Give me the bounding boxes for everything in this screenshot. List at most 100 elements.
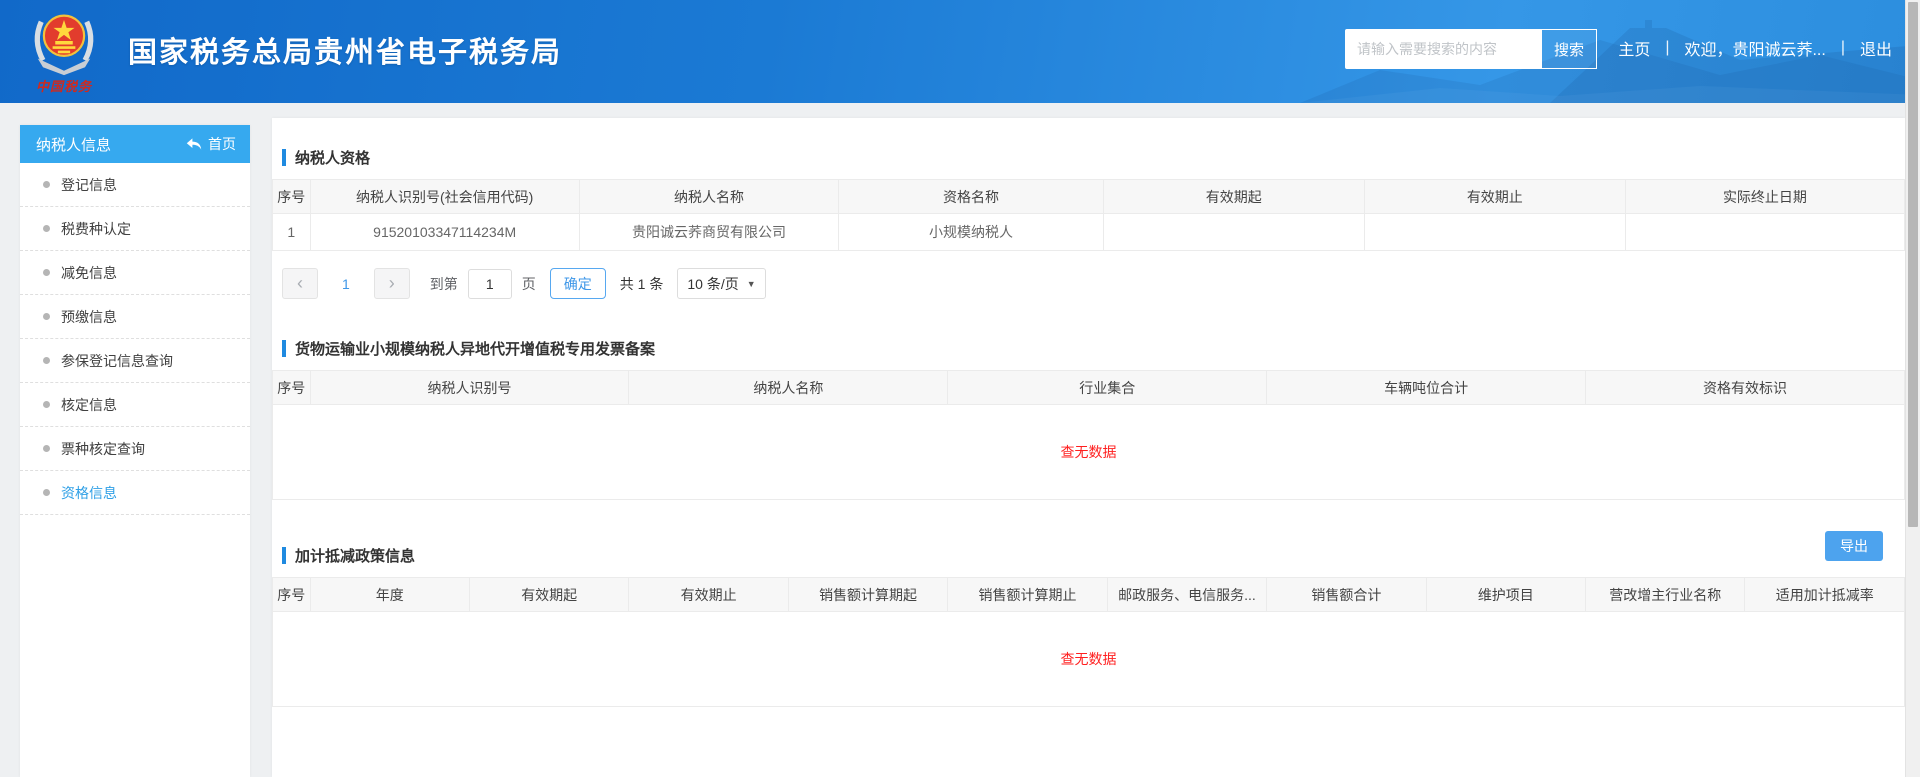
column-header: 序号 <box>273 180 311 214</box>
column-header: 销售额计算期止 <box>948 578 1107 612</box>
page-number-input[interactable] <box>468 269 512 299</box>
nav-welcome-text[interactable]: 欢迎，贵阳诚云荞... <box>1684 36 1825 60</box>
table-header-row: 序号纳税人识别号(社会信用代码)纳税人名称资格名称有效期起有效期止实际终止日期 <box>273 180 1905 214</box>
qualification-table: 序号纳税人识别号(社会信用代码)纳税人名称资格名称有效期起有效期止实际终止日期 … <box>272 179 1905 251</box>
goto-page-label: 到第 <box>430 274 458 294</box>
current-page-number[interactable]: 1 <box>342 276 350 292</box>
column-header: 纳税人识别号 <box>310 371 629 405</box>
bullet-icon <box>43 489 50 496</box>
bullet-icon <box>43 401 50 408</box>
total-count-label: 共 1 条 <box>620 274 664 294</box>
sidebar-title: 纳税人信息 <box>36 134 111 155</box>
page-size-select[interactable]: 10 条/页 ▼ <box>677 268 765 299</box>
column-header: 有效期起 <box>469 578 628 612</box>
sidebar-item-label: 减免信息 <box>61 263 117 283</box>
header-search: 搜索 <box>1345 29 1597 69</box>
bullet-icon <box>43 313 50 320</box>
column-header: 纳税人名称 <box>629 371 948 405</box>
sidebar-home-link[interactable]: 首页 <box>186 134 236 154</box>
back-arrow-icon <box>186 137 202 151</box>
main-content-panel: 纳税人资格 序号纳税人识别号(社会信用代码)纳税人名称资格名称有效期起有效期止实… <box>272 118 1905 777</box>
column-header: 车辆吨位合计 <box>1267 371 1586 405</box>
sidebar-item[interactable]: 资格信息 <box>20 471 250 515</box>
sidebar-item[interactable]: 登记信息 <box>20 163 250 207</box>
sidebar-item-label: 核定信息 <box>61 395 117 415</box>
confirm-page-button[interactable]: 确定 <box>550 268 606 299</box>
column-header: 行业集合 <box>948 371 1267 405</box>
column-header: 纳税人识别号(社会信用代码) <box>310 180 579 214</box>
table-cell: 91520103347114234M <box>310 214 579 251</box>
column-header: 序号 <box>273 371 311 405</box>
nav-home-link[interactable]: 主页 <box>1618 36 1650 60</box>
section-title-freight: 货物运输业小规模纳税人异地代开增值税专用发票备案 <box>282 339 1905 357</box>
sidebar-home-label: 首页 <box>208 134 236 154</box>
section-header-deduction: 加计抵减政策信息 导出 <box>272 546 1905 564</box>
pagination: ‹ 1 › 到第 页 确定 共 1 条 10 条/页 ▼ <box>282 268 1905 299</box>
table-cell: 1 <box>273 214 311 251</box>
bullet-icon <box>43 357 50 364</box>
column-header: 资格名称 <box>839 180 1103 214</box>
title-accent-bar <box>282 340 286 357</box>
sidebar-item-label: 税费种认定 <box>61 219 131 239</box>
sidebar-item[interactable]: 核定信息 <box>20 383 250 427</box>
empty-state-text: 查无数据 <box>273 612 1905 707</box>
column-header: 适用加计抵减率 <box>1745 578 1905 612</box>
column-header: 邮政服务、电信服务... <box>1107 578 1266 612</box>
bullet-icon <box>43 445 50 452</box>
sidebar-item-label: 资格信息 <box>61 483 117 503</box>
table-cell <box>1625 214 1904 251</box>
page-unit-label: 页 <box>522 274 536 294</box>
column-header: 有效期止 <box>1364 180 1625 214</box>
logo-caption: 中国税务 <box>16 76 112 95</box>
column-header: 有效期止 <box>629 578 788 612</box>
scrollbar-thumb[interactable] <box>1908 2 1918 527</box>
sidebar-item[interactable]: 减免信息 <box>20 251 250 295</box>
next-page-button[interactable]: › <box>374 268 410 299</box>
deduction-table: 序号年度有效期起有效期止销售额计算期起销售额计算期止邮政服务、电信服务...销售… <box>272 577 1905 707</box>
nav-divider: | <box>1841 39 1845 57</box>
table-cell <box>1364 214 1625 251</box>
bullet-icon <box>43 181 50 188</box>
sidebar-item[interactable]: 参保登记信息查询 <box>20 339 250 383</box>
sidebar-item-label: 参保登记信息查询 <box>61 351 173 371</box>
table-header-row: 序号纳税人识别号纳税人名称行业集合车辆吨位合计资格有效标识 <box>273 371 1905 405</box>
prev-page-button[interactable]: ‹ <box>282 268 318 299</box>
table-cell <box>1103 214 1364 251</box>
title-accent-bar <box>282 547 286 564</box>
empty-state-row: 查无数据 <box>273 405 1905 500</box>
column-header: 销售额合计 <box>1267 578 1426 612</box>
export-button[interactable]: 导出 <box>1825 531 1883 561</box>
column-header: 资格有效标识 <box>1586 371 1905 405</box>
sidebar-header: 纳税人信息 首页 <box>20 125 250 163</box>
app-header: 中国税务 国家税务总局贵州省电子税务局 搜索 主页 | 欢迎，贵阳诚云荞... … <box>0 0 1920 103</box>
sidebar-item-label: 预缴信息 <box>61 307 117 327</box>
sidebar-item[interactable]: 票种核定查询 <box>20 427 250 471</box>
tax-emblem-icon <box>28 6 100 76</box>
sidebar: 纳税人信息 首页 登记信息税费种认定减免信息预缴信息参保登记信息查询核定信息票种… <box>20 125 250 777</box>
section-title-deduction: 加计抵减政策信息 <box>282 546 1905 564</box>
bullet-icon <box>43 225 50 232</box>
section-title-text: 加计抵减政策信息 <box>295 545 415 566</box>
sidebar-menu: 登记信息税费种认定减免信息预缴信息参保登记信息查询核定信息票种核定查询资格信息 <box>20 163 250 515</box>
section-title-text: 纳税人资格 <box>295 147 370 168</box>
table-header-row: 序号年度有效期起有效期止销售额计算期起销售额计算期止邮政服务、电信服务...销售… <box>273 578 1905 612</box>
table-cell: 小规模纳税人 <box>839 214 1103 251</box>
tax-bureau-logo: 中国税务 <box>16 4 112 95</box>
column-header: 维护项目 <box>1426 578 1585 612</box>
window-scrollbar[interactable] <box>1905 0 1920 777</box>
search-input[interactable] <box>1345 29 1541 69</box>
column-header: 序号 <box>273 578 311 612</box>
page-title: 国家税务总局贵州省电子税务局 <box>128 29 562 71</box>
sidebar-item-label: 登记信息 <box>61 175 117 195</box>
table-row: 191520103347114234M贵阳诚云荞商贸有限公司小规模纳税人 <box>273 214 1905 251</box>
sidebar-item[interactable]: 税费种认定 <box>20 207 250 251</box>
sidebar-item-label: 票种核定查询 <box>61 439 145 459</box>
column-header: 销售额计算期起 <box>788 578 947 612</box>
search-button[interactable]: 搜索 <box>1541 29 1597 69</box>
column-header: 有效期起 <box>1103 180 1364 214</box>
column-header: 年度 <box>310 578 469 612</box>
nav-logout-link[interactable]: 退出 <box>1860 36 1892 60</box>
sidebar-item[interactable]: 预缴信息 <box>20 295 250 339</box>
top-nav: 主页 | 欢迎，贵阳诚云荞... | 退出 <box>1618 33 1892 63</box>
nav-divider: | <box>1665 39 1669 57</box>
